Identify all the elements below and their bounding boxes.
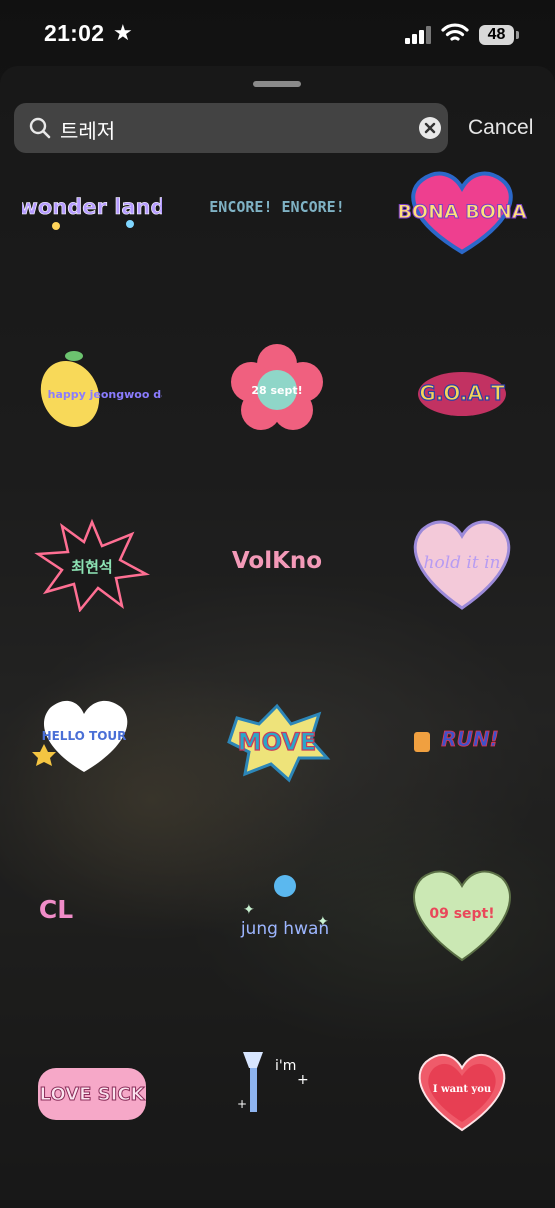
sticker-text: HELLO TOUR xyxy=(42,729,127,743)
sticker-text: VolKno xyxy=(232,548,322,574)
sticker-text: 09 sept! xyxy=(429,906,494,922)
sticker-im-lightstick[interactable]: i'm + + xyxy=(185,1040,370,1208)
sticker-i-want-you[interactable]: I want you xyxy=(370,1040,555,1208)
search-bar xyxy=(14,103,448,155)
cellular-signal-icon xyxy=(405,26,431,44)
sticker-text: I want you xyxy=(433,1084,491,1095)
sheet-grabber[interactable] xyxy=(253,81,301,87)
search-input[interactable] xyxy=(58,103,402,155)
sticker-wonderland[interactable]: wonder land xyxy=(0,160,185,328)
sticker-text: CL xyxy=(39,895,73,924)
sticker-junghwan[interactable]: jung hwan ✦ ✦ xyxy=(185,864,370,1032)
sticker-hold-it-in[interactable]: hold it in xyxy=(370,512,555,680)
sticker-bona-bona[interactable]: BONA BONA xyxy=(370,160,555,328)
sticker-choi-hyunsuk[interactable]: 최현석 xyxy=(0,512,185,680)
sticker-text: wonder land xyxy=(22,195,162,219)
sticker-28-sept[interactable]: 28 sept! xyxy=(185,336,370,504)
svg-text:+: + xyxy=(297,1072,309,1088)
battery-indicator: 48 xyxy=(479,25,514,45)
svg-text:+: + xyxy=(237,1097,247,1111)
clear-search-button[interactable] xyxy=(419,117,441,139)
cancel-button[interactable]: Cancel xyxy=(468,116,533,140)
sticker-text: 최현석 xyxy=(71,558,112,576)
sticker-text: MOVE xyxy=(238,728,317,756)
sticker-text: 28 sept! xyxy=(251,384,302,397)
sticker-happy-jeongwoo-day[interactable]: happy jeongwoo day! xyxy=(0,336,185,504)
sticker-move[interactable]: MOVE xyxy=(185,688,370,856)
sticker-hello-tour[interactable]: HELLO TOUR xyxy=(0,688,185,856)
sticker-text: jung hwan xyxy=(240,919,329,939)
sticker-cl[interactable]: CL xyxy=(0,864,185,1032)
sticker-text: BONA BONA xyxy=(397,201,526,223)
sticker-lovesick[interactable]: LOVE SICK xyxy=(0,1040,185,1208)
svg-text:✦: ✦ xyxy=(243,902,255,918)
status-bar: 21:02 ★ 48 xyxy=(0,0,555,66)
sticker-text: RUN! xyxy=(441,727,499,751)
sticker-volkno[interactable]: VolKno xyxy=(185,512,370,680)
svg-text:✦: ✦ xyxy=(317,914,329,930)
battery-tip xyxy=(516,31,519,39)
sticker-run[interactable]: RUN! xyxy=(370,688,555,856)
sticker-text: hold it in xyxy=(424,553,501,573)
sticker-goat[interactable]: G.O.A.T xyxy=(370,336,555,504)
sticker-text: ENCORE! ENCORE! xyxy=(209,198,344,216)
star-icon: ★ xyxy=(113,20,133,45)
sticker-09-sept[interactable]: 09 sept! xyxy=(370,864,555,1032)
sticker-text: i'm xyxy=(275,1058,296,1074)
sticker-text: G.O.A.T xyxy=(419,381,505,405)
close-icon xyxy=(424,122,436,134)
sticker-text: happy jeongwoo day! xyxy=(48,388,162,401)
sticker-text: LOVE SICK xyxy=(40,1084,146,1105)
wifi-icon xyxy=(441,23,469,41)
sticker-encore[interactable]: ENCORE! ENCORE! xyxy=(185,160,370,328)
search-icon xyxy=(29,117,51,139)
status-time: 21:02 xyxy=(44,20,105,46)
